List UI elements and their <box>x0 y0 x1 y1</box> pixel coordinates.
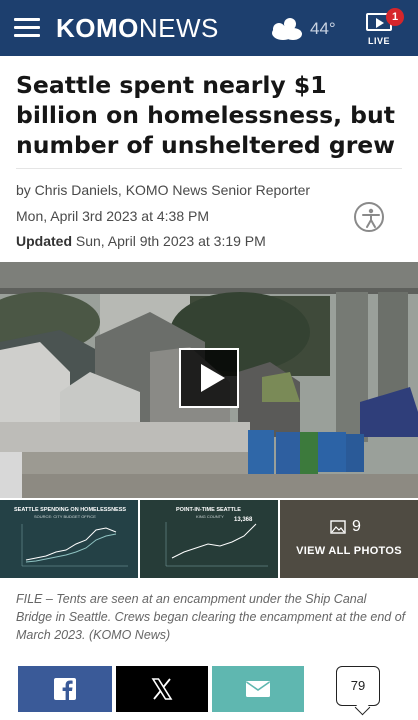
live-notification-badge: 1 <box>386 8 404 26</box>
gallery-thumbnail-spending-chart[interactable]: SEATTLE SPENDING ON HOMELESSNESS SOURCE:… <box>0 500 138 578</box>
spending-chart-graphic <box>21 524 128 567</box>
divider <box>16 168 402 169</box>
top-navigation-bar: KOMONEWS 44° LIVE 1 <box>0 0 418 56</box>
comment-count: 79 <box>350 678 366 693</box>
live-label: LIVE <box>367 36 390 46</box>
view-all-photos-label: VIEW ALL PHOTOS <box>296 545 402 557</box>
live-button[interactable]: LIVE 1 <box>364 8 404 48</box>
photo-gallery-strip: SEATTLE SPENDING ON HOMELESSNESS SOURCE:… <box>0 500 418 578</box>
accessibility-icon[interactable] <box>354 202 384 232</box>
publish-date: Mon, April 3rd 2023 at 4:38 PM <box>16 208 209 224</box>
photo-count: 9 <box>330 518 361 536</box>
gallery-thumbnail-point-in-time-chart[interactable]: POINT-IN-TIME SEATTLE KING COUNTY 13,368 <box>140 500 278 578</box>
point-in-time-chart-graphic <box>165 522 268 567</box>
menu-icon[interactable] <box>14 18 40 38</box>
play-video-button[interactable] <box>179 348 239 408</box>
comments-button[interactable]: 79 <box>336 666 380 706</box>
komo-news-logo[interactable]: KOMONEWS <box>56 14 219 42</box>
view-all-photos-button[interactable]: 9 VIEW ALL PHOTOS <box>280 500 418 578</box>
share-x-button[interactable] <box>116 666 208 712</box>
email-icon <box>246 681 270 697</box>
updated-date: Updated Sun, April 9th 2023 at 3:19 PM <box>16 233 266 249</box>
article-byline: by Chris Daniels, KOMO News Senior Repor… <box>16 182 311 198</box>
article-headline: Seattle spent nearly $1 billion on homel… <box>16 71 395 159</box>
image-icon <box>330 520 346 534</box>
x-icon <box>151 678 173 700</box>
facebook-icon <box>54 678 76 700</box>
partly-cloudy-icon <box>272 18 302 40</box>
weather-widget[interactable]: 44° <box>268 14 336 44</box>
photo-caption: FILE – Tents are seen at an encampment u… <box>16 592 406 642</box>
temperature: 44° <box>310 19 336 38</box>
share-facebook-button[interactable] <box>18 666 112 712</box>
accessibility-person-icon <box>362 208 380 228</box>
share-email-button[interactable] <box>212 666 304 712</box>
